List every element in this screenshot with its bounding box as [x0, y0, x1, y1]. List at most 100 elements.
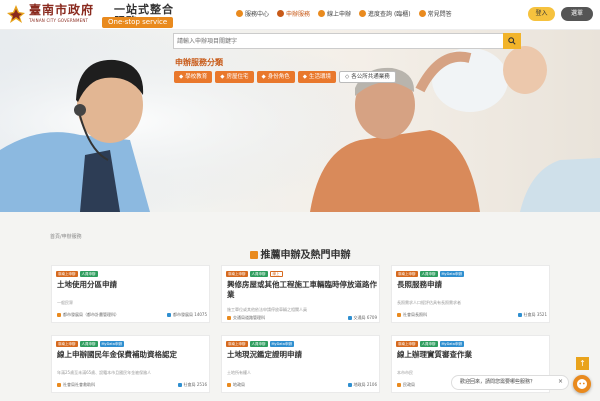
card-desc: 施工單位或其他依法申請停放車輛之相關人員: [227, 307, 307, 312]
card-meta: 地政局 2106: [348, 382, 377, 388]
logo-tagline: One-stop service: [102, 17, 174, 28]
card-desc: 土地所有權人: [227, 370, 251, 375]
category-label: 房屋住宅: [226, 74, 249, 80]
pencil-icon: [249, 251, 258, 259]
nav-label: 進度查詢 (臨櫃): [368, 11, 411, 18]
card-footer: 社會局長照科 社會局 3521: [397, 312, 547, 319]
card-meta: 都市發展局 14075: [167, 312, 207, 318]
category-title: 申辦服務分類: [175, 58, 223, 67]
card-title: 興修房屋或其他工程施工車輛臨時停放道路作業: [227, 280, 377, 299]
card-footer: 交通局道路管理科 交通局 6709: [227, 315, 377, 322]
card-title: 線上申辦國民年金保費補助資格認定: [57, 350, 177, 359]
service-card[interactable]: 臺南上申辦 人員申辦 MyData申辦 長照服務申請 長照需求人口經評估具有長照…: [391, 265, 550, 323]
category-identity[interactable]: ◆ 身份角色: [256, 71, 295, 83]
tag-icon: ◆: [220, 74, 225, 80]
nav-online-apply[interactable]: 線上申辦: [318, 9, 351, 18]
service-card[interactable]: 臺南上申辦 人員申辦 土地使用分區申請 一般民眾 都市發展局（都市計畫管理科） …: [51, 265, 210, 323]
service-card[interactable]: 臺南上申辦 人員申辦 MyData申辦 土地現況鑑定證明申請 土地所有權人 地政…: [221, 335, 380, 393]
card-title: 土地現況鑑定證明申請: [227, 350, 302, 359]
tag-counter: 人員申辦: [249, 341, 268, 347]
chat-icon: [577, 379, 587, 389]
chat-prompt[interactable]: 歡迎回來，請問您需要哪些服務？: [451, 375, 569, 390]
nav-label: 申辦服務: [286, 11, 311, 18]
card-meta: 社會局 3521: [518, 312, 547, 318]
nav-label: 服務中心: [245, 11, 270, 18]
nav-progress-query[interactable]: 進度查詢 (臨櫃): [359, 9, 411, 18]
login-button[interactable]: 登入: [528, 7, 555, 21]
card-tags: 臺南上申辦 人員申辦 MyData申辦: [56, 341, 124, 347]
nav-service-center[interactable]: 服務中心: [236, 9, 269, 18]
tag-online: 臺南上申辦: [56, 341, 78, 347]
tag-icon: ◆: [179, 74, 184, 80]
search-icon: [359, 10, 367, 17]
category-environment[interactable]: ◆ 生活環境: [297, 71, 336, 83]
service-card[interactable]: 臺南上申辦 人員申辦 線上 興修房屋或其他工程施工車輛臨時停放道路作業 施工單位…: [221, 265, 380, 323]
category-housing[interactable]: ◆ 房屋住宅: [215, 71, 254, 83]
card-meta: 交通局 6709: [348, 315, 377, 321]
tag-online: 臺南上申辦: [226, 341, 248, 347]
category-label: 學校教育: [185, 74, 208, 80]
question-icon: [418, 10, 426, 17]
tag-mydata: MyData申辦: [439, 341, 464, 347]
nav-apply-services[interactable]: 申辦服務: [277, 9, 310, 18]
service-card[interactable]: 臺南上申辦 人員申辦 MyData申辦 線上申辦國民年金保費補助資格認定 年滿2…: [51, 335, 210, 393]
tag-mydata: MyData申辦: [99, 341, 124, 347]
tag-counter: 人員申辦: [79, 341, 98, 347]
logo-gov-text: 臺南市政府: [29, 3, 95, 17]
chatbot-button[interactable]: [573, 375, 591, 393]
top-header: 臺南市政府 TAINAN CITY GOVERNMENT 一站式整合服務 One…: [0, 0, 600, 30]
tag-line: 線上: [269, 271, 283, 277]
tag-icon: ◇: [345, 74, 350, 80]
site-logo[interactable]: 臺南市政府 TAINAN CITY GOVERNMENT 一站式整合服務 One…: [6, 3, 174, 28]
card-tags: 臺南上申辦 人員申辦: [56, 271, 98, 277]
card-dept: 地政局: [227, 382, 245, 388]
tag-mydata: MyData申辦: [269, 341, 294, 347]
card-desc: 一般民眾: [57, 300, 73, 305]
card-dept: 交通局道路管理科: [227, 315, 265, 321]
category-label: 身份角色: [267, 74, 290, 80]
card-title: 線上辦理實質審查作業: [397, 350, 472, 359]
nav-label: 常見問答: [427, 11, 452, 18]
nav-faq[interactable]: 常見問答: [418, 9, 452, 18]
menu-button[interactable]: 選單: [561, 7, 593, 21]
search-button[interactable]: [503, 33, 521, 49]
hero-banner: 申辦服務分類 ◆學校教育 ◆房屋住宅 ◆身份角色 ◆生活環境 ◇各公所共通業務: [0, 30, 600, 212]
hero-photo: [0, 30, 600, 212]
tag-online: 臺南上申辦: [226, 271, 248, 277]
category-list: ◆ 學校教育 ◆ 房屋住宅 ◆ 身份角色 ◆ 生活環境 ◇ 各公所共通業務: [174, 71, 396, 83]
card-title: 土地使用分區申請: [57, 280, 117, 289]
tag-counter: 人員申辦: [419, 341, 438, 347]
card-footer: 地政局 地政局 2106: [227, 382, 377, 389]
category-label: 生活環境: [308, 74, 331, 80]
card-meta: 社會局 2516: [178, 382, 207, 388]
tag-online: 臺南上申辦: [396, 341, 418, 347]
search-icon: [508, 37, 516, 45]
card-desc: 年滿25歲至未滿65歲、設籍本市且國民年金被保險人: [57, 370, 152, 375]
tag-counter: 人員申辦: [419, 271, 438, 277]
card-tags: 臺南上申辦 人員申辦 MyData申辦: [396, 271, 464, 277]
card-tags: 臺南上申辦 人員申辦 線上: [226, 271, 283, 277]
card-tags: 臺南上申辦 人員申辦 MyData申辦: [226, 341, 294, 347]
tag-counter: 人員申辦: [249, 271, 268, 277]
category-school[interactable]: ◆ 學校教育: [174, 71, 213, 83]
card-dept: 民政局: [397, 382, 415, 388]
search-input[interactable]: [177, 36, 507, 47]
category-label: 各公所共通業務: [351, 74, 390, 80]
card-dept: 社會局社會救助科: [57, 382, 95, 388]
logo-en-text: TAINAN CITY GOVERNMENT: [29, 18, 89, 23]
tag-counter: 人員申辦: [79, 271, 98, 277]
card-dept: 社會局長照科: [397, 312, 427, 318]
category-district-common[interactable]: ◇ 各公所共通業務: [339, 71, 396, 83]
back-to-top-button[interactable]: ↑: [576, 357, 589, 370]
document-icon: [277, 10, 285, 17]
chat-close-button[interactable]: ×: [558, 378, 563, 385]
tag-icon: ◆: [261, 74, 266, 80]
main-nav: 服務中心 申辦服務 線上申辦 進度查詢 (臨櫃) 常見問答: [236, 9, 452, 18]
nav-label: 線上申辦: [327, 11, 352, 18]
tag-online: 臺南上申辦: [56, 271, 78, 277]
card-tags: 臺南上申辦 人員申辦 MyData申辦: [396, 341, 464, 347]
card-desc: 長照需求人口經評估具有長照需求者: [397, 300, 461, 305]
tag-icon: ◆: [302, 74, 307, 80]
search-box: [173, 33, 521, 49]
breadcrumb[interactable]: 首頁/申辦服務: [50, 233, 82, 240]
